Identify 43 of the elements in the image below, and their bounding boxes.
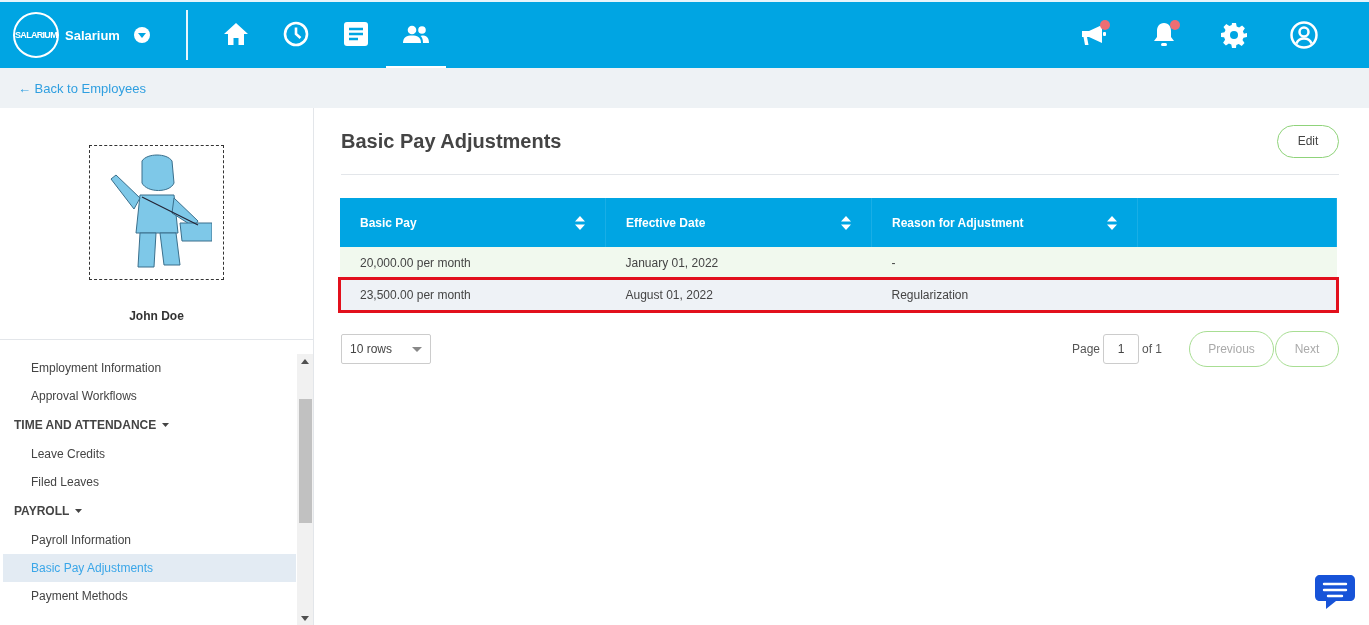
clock-icon: [282, 21, 309, 47]
home-icon: [222, 22, 249, 46]
megaphone-icon: [1080, 24, 1108, 46]
user-icon: [1290, 21, 1318, 49]
employee-name: John Doe: [129, 309, 184, 323]
caret-icon: [412, 346, 422, 352]
sidebar-item[interactable]: Payment Methods: [3, 582, 296, 610]
scroll-up-icon[interactable]: [301, 358, 309, 364]
scrollbar[interactable]: [297, 354, 313, 625]
table-cell: 20,000.00 per month: [340, 247, 606, 279]
sort-icon[interactable]: [1107, 215, 1117, 230]
document-icon: [342, 21, 369, 47]
rows-per-page-select[interactable]: 10 rows: [341, 334, 431, 364]
table-cell: August 01, 2022: [605, 279, 872, 311]
table-cell: Regularization: [871, 279, 1138, 311]
sidebar-item[interactable]: Filed Leaves: [3, 468, 296, 496]
sidebar-section[interactable]: TIME AND ATTENDANCE: [3, 410, 296, 440]
sidebar-item[interactable]: Approval Workflows: [3, 382, 296, 410]
edit-button[interactable]: Edit: [1277, 124, 1339, 158]
sort-icon[interactable]: [841, 215, 851, 230]
page-count: of 1: [1142, 342, 1162, 356]
sort-icon[interactable]: [575, 215, 585, 230]
scroll-down-icon[interactable]: [301, 615, 309, 621]
sidebar-item[interactable]: Leave Credits: [3, 440, 296, 468]
sidebar-section[interactable]: PAYROLL: [3, 496, 296, 526]
caret-icon: [137, 32, 146, 38]
caret-icon: [162, 423, 170, 427]
table-cell: 23,500.00 per month: [340, 279, 606, 311]
table-cell: -: [871, 247, 1138, 279]
chat-icon: [1314, 574, 1356, 610]
caret-icon: [75, 509, 83, 513]
bell-icon: [1152, 22, 1176, 48]
page-number-field[interactable]: 1: [1103, 334, 1139, 364]
page-title: Basic Pay Adjustments: [341, 129, 562, 153]
page-label: Page: [1071, 342, 1100, 356]
company-name: Salarium: [65, 27, 120, 43]
sidebar-item[interactable]: Payroll Information: [3, 526, 296, 554]
company-dropdown-button[interactable]: [133, 27, 150, 43]
company-logo: SALARIUM: [13, 12, 59, 58]
sidebar-item[interactable]: Employment Information: [3, 354, 296, 382]
people-icon: [401, 25, 430, 43]
settings-icon: [1221, 22, 1247, 48]
table-cell: January 01, 2022: [605, 247, 872, 279]
